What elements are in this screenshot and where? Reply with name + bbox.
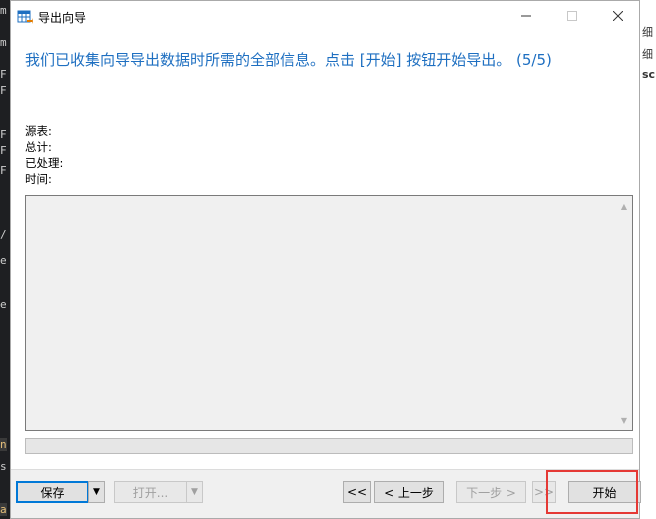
first-step-button[interactable]: << — [343, 481, 371, 503]
close-button[interactable] — [595, 1, 641, 31]
bg-char: 细 — [642, 26, 653, 39]
maximize-button[interactable] — [549, 1, 595, 31]
bg-char: n — [0, 438, 7, 451]
scroll-up-icon[interactable]: ▲ — [616, 198, 632, 214]
open-button[interactable]: 打开... — [114, 481, 187, 503]
close-icon — [613, 11, 623, 21]
title-bar[interactable]: 导出向导 — [11, 1, 639, 33]
scroll-down-icon[interactable]: ▼ — [616, 412, 632, 428]
save-button[interactable]: 保存 — [16, 481, 89, 503]
next-step-button[interactable]: 下一步 > — [456, 481, 526, 503]
bg-char: / — [0, 228, 7, 241]
open-dropdown-arrow[interactable]: ▼ — [186, 481, 203, 503]
previous-step-button[interactable]: < 上一步 — [374, 481, 444, 503]
maximize-icon — [567, 11, 577, 21]
bg-char: e — [0, 298, 7, 311]
bg-char: a — [0, 503, 7, 516]
bg-char: F — [0, 128, 7, 141]
export-progress-bar — [25, 438, 633, 454]
table-export-icon — [17, 10, 33, 24]
wizard-headline: 我们已收集向导导出数据时所需的全部信息。点击 [开始] 按钮开始导出。 (5/5… — [25, 51, 552, 69]
bg-char: F — [0, 144, 7, 157]
bg-char: m — [0, 36, 7, 49]
bg-char: F — [0, 84, 7, 97]
window-title: 导出向导 — [38, 11, 87, 25]
save-dropdown-arrow[interactable]: ▼ — [88, 481, 105, 503]
export-wizard-window: 导出向导 我们已收集向导导出数据时所需的全部信息。点击 [开始] 按钮开始导出。… — [10, 0, 641, 519]
bg-char: F — [0, 68, 7, 81]
bg-char: e — [0, 254, 7, 267]
time-label: 时间: — [25, 172, 52, 186]
bg-char: m — [0, 4, 7, 17]
bg-char: 细 — [642, 48, 653, 61]
log-scrollbar[interactable]: ▲ ▼ — [616, 196, 632, 430]
start-button-highlight — [546, 470, 638, 514]
footer-divider — [11, 469, 639, 470]
export-log-area[interactable]: ▲ ▼ — [25, 195, 633, 431]
source-label: 源表: — [25, 124, 52, 138]
minimize-button[interactable] — [503, 1, 549, 31]
background-right-panel: 细 细 sc — [640, 0, 656, 519]
processed-label: 已处理: — [25, 156, 64, 170]
bg-char: sc — [642, 68, 656, 81]
bg-char: F — [0, 164, 7, 177]
minimize-icon — [521, 15, 531, 17]
bg-char: s — [0, 460, 7, 473]
total-label: 总计: — [25, 140, 52, 154]
